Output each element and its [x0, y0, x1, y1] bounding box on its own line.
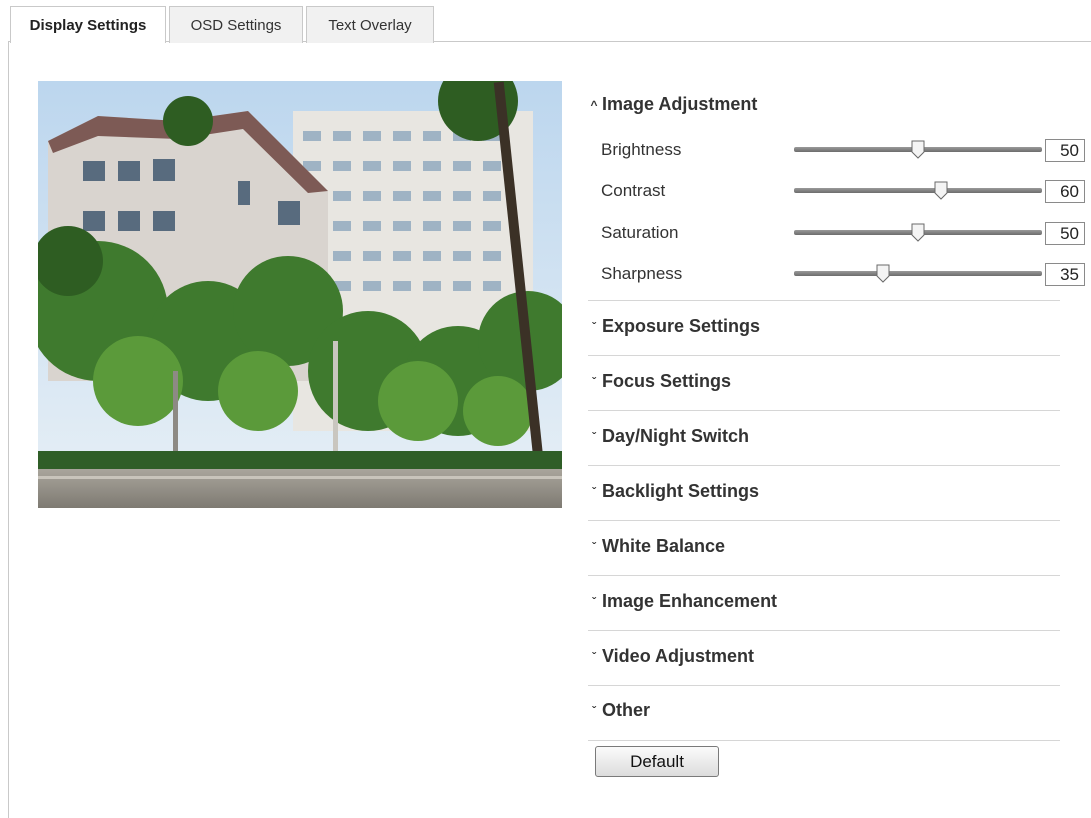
sharpness-value-field[interactable]: 35 — [1045, 263, 1085, 286]
chevron-down-icon: ˇ — [592, 374, 596, 389]
slider-thumb[interactable] — [876, 264, 890, 283]
slider-thumb[interactable] — [911, 223, 925, 242]
brightness-label: Brightness — [601, 140, 682, 159]
section-backlight-settings[interactable]: ˇ Backlight Settings — [588, 464, 1060, 519]
contrast-slider[interactable] — [794, 180, 1042, 202]
chevron-down-icon: ˇ — [592, 649, 596, 664]
chevron-up-icon: ^ — [590, 97, 598, 112]
chevron-down-icon: ˇ — [592, 539, 596, 554]
brightness-value-field[interactable]: 50 — [1045, 139, 1085, 162]
slider-thumb[interactable] — [911, 140, 925, 159]
slider-track — [794, 188, 1042, 193]
default-button[interactable]: Default — [595, 746, 719, 777]
sharpness-slider[interactable] — [794, 263, 1042, 285]
section-title: Other — [602, 700, 651, 720]
tab-text-overlay[interactable]: Text Overlay — [306, 6, 434, 43]
sharpness-label: Sharpness — [601, 264, 683, 283]
divider — [588, 740, 1060, 741]
section-title: Video Adjustment — [602, 646, 755, 666]
chevron-down-icon: ˇ — [592, 594, 596, 609]
section-title: White Balance — [602, 536, 726, 556]
slider-thumb[interactable] — [934, 181, 948, 200]
contrast-label: Contrast — [601, 181, 666, 200]
section-image-adjustment[interactable]: ^ Image Adjustment — [588, 77, 1060, 132]
section-other[interactable]: ˇ Other — [588, 683, 1060, 738]
section-video-adjustment[interactable]: ˇ Video Adjustment — [588, 629, 1060, 684]
section-title: Exposure Settings — [602, 316, 761, 336]
section-white-balance[interactable]: ˇ White Balance — [588, 519, 1060, 574]
saturation-value-field[interactable]: 50 — [1045, 222, 1085, 245]
slider-track — [794, 271, 1042, 276]
section-title: Day/Night Switch — [602, 426, 750, 446]
chevron-down-icon: ˇ — [592, 484, 596, 499]
section-exposure-settings[interactable]: ˇ Exposure Settings — [588, 299, 1060, 354]
section-focus-settings[interactable]: ˇ Focus Settings — [588, 354, 1060, 409]
section-title: Image Adjustment — [602, 94, 758, 114]
section-title: Image Enhancement — [602, 591, 778, 611]
contrast-value-field[interactable]: 60 — [1045, 180, 1085, 203]
chevron-down-icon: ˇ — [592, 429, 596, 444]
chevron-down-icon: ˇ — [592, 319, 596, 334]
section-title: Focus Settings — [602, 371, 732, 391]
tab-display-settings[interactable]: Display Settings — [10, 6, 166, 43]
brightness-slider[interactable] — [794, 139, 1042, 161]
tab-bar: Display Settings OSD Settings Text Overl… — [8, 0, 1091, 43]
section-title: Backlight Settings — [602, 481, 760, 501]
camera-live-preview — [38, 81, 562, 508]
section-day-night-switch[interactable]: ˇ Day/Night Switch — [588, 409, 1060, 464]
section-image-enhancement[interactable]: ˇ Image Enhancement — [588, 574, 1060, 629]
chevron-down-icon: ˇ — [592, 703, 596, 718]
saturation-label: Saturation — [601, 223, 679, 242]
saturation-slider[interactable] — [794, 222, 1042, 244]
tab-osd-settings[interactable]: OSD Settings — [169, 6, 303, 43]
preview-scene — [38, 81, 562, 508]
